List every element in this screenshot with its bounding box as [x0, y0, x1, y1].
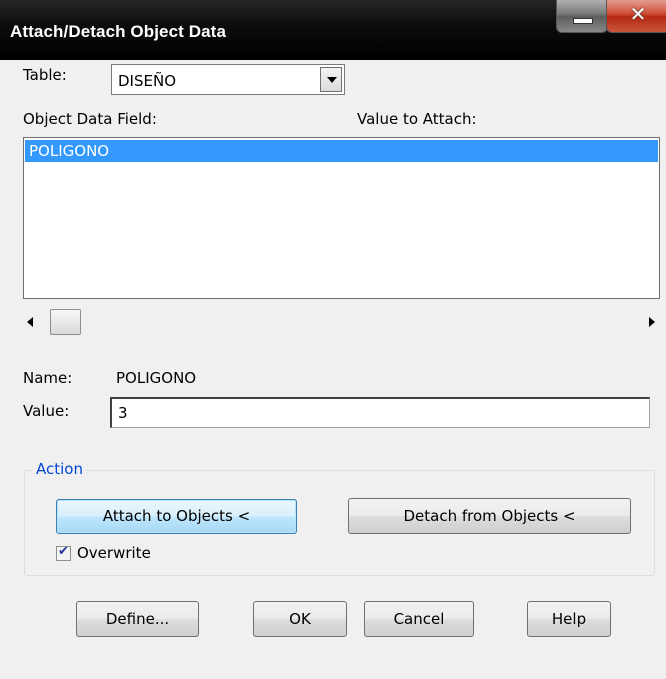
- value-to-attach-header: Value to Attach:: [357, 110, 477, 128]
- dropdown-arrow-icon[interactable]: [320, 67, 342, 92]
- close-button[interactable]: ✕: [606, 0, 666, 33]
- object-data-field-header: Object Data Field:: [23, 110, 157, 128]
- list-item[interactable]: POLIGONO: [25, 140, 658, 162]
- table-dropdown[interactable]: DISEÑO: [111, 64, 345, 95]
- overwrite-label[interactable]: Overwrite: [77, 544, 151, 562]
- scroll-left-arrow-icon[interactable]: [27, 317, 33, 327]
- checkmark-icon: ✔: [58, 544, 69, 559]
- minimize-icon: [573, 18, 593, 24]
- table-selected-value: DISEÑO: [118, 72, 177, 90]
- value-label: Value:: [23, 402, 70, 420]
- action-group-label: Action: [32, 460, 87, 478]
- define-button[interactable]: Define...: [76, 601, 199, 637]
- cancel-button[interactable]: Cancel: [364, 601, 474, 637]
- attach-to-objects-button[interactable]: Attach to Objects <: [56, 499, 297, 534]
- window-title: Attach/Detach Object Data: [10, 22, 226, 41]
- value-input[interactable]: [110, 397, 650, 428]
- title-bar: Attach/Detach Object Data ✕: [0, 0, 666, 60]
- ok-button[interactable]: OK: [253, 601, 347, 637]
- minimize-button[interactable]: [556, 0, 608, 33]
- overwrite-checkbox[interactable]: ✔: [56, 544, 71, 561]
- horizontal-scrollbar-thumb[interactable]: [50, 309, 81, 335]
- scroll-right-arrow-icon[interactable]: [649, 317, 655, 327]
- table-label: Table:: [23, 66, 67, 84]
- name-value: POLIGONO: [116, 369, 197, 387]
- name-label: Name:: [23, 369, 73, 387]
- object-data-field-list[interactable]: POLIGONO: [23, 137, 660, 299]
- help-button[interactable]: Help: [527, 601, 611, 637]
- close-icon: ✕: [629, 2, 647, 26]
- detach-from-objects-button[interactable]: Detach from Objects <: [348, 498, 631, 534]
